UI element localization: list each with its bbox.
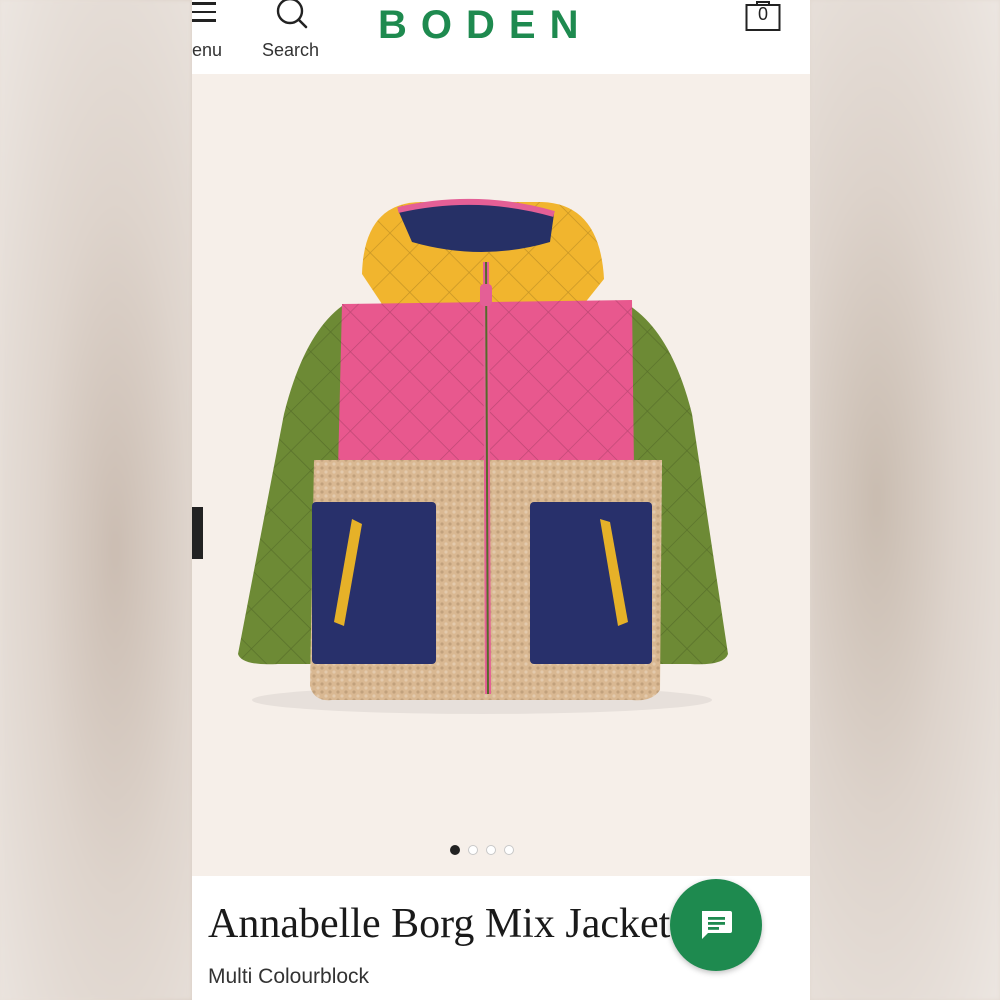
gallery-dot-3[interactable] [486, 845, 496, 855]
chat-button[interactable] [670, 879, 762, 971]
product-image [238, 198, 728, 714]
previous-image-arrow[interactable] [192, 507, 203, 559]
blurred-backdrop-right [810, 0, 1000, 1000]
gallery-dot-2[interactable] [468, 845, 478, 855]
blurred-backdrop-left [0, 0, 192, 1000]
search-icon [276, 0, 308, 29]
search-label: Search [262, 40, 320, 60]
gallery-dot-1[interactable] [450, 845, 460, 855]
chat-bubble-icon [702, 911, 732, 939]
search-button[interactable]: Search [258, 0, 326, 70]
shopping-bag-button[interactable]: 0 [745, 0, 781, 34]
bag-count: 0 [757, 4, 768, 24]
phone-screen: enu Search BODEN 0 Annabelle Borg Mix Ja… [192, 0, 810, 1000]
menu-label: enu [192, 40, 223, 60]
menu-button[interactable]: enu [192, 0, 232, 70]
gallery-dot-4[interactable] [504, 845, 514, 855]
gallery-pagination [450, 845, 514, 857]
boden-logo[interactable]: BODEN [378, 2, 588, 48]
product-colour: Multi Colourblock [208, 965, 370, 988]
hamburger-icon [192, 2, 216, 26]
site-header: enu Search BODEN 0 [192, 0, 810, 74]
product-title: Annabelle Borg Mix Jacket [208, 901, 671, 947]
product-gallery[interactable] [192, 74, 810, 876]
